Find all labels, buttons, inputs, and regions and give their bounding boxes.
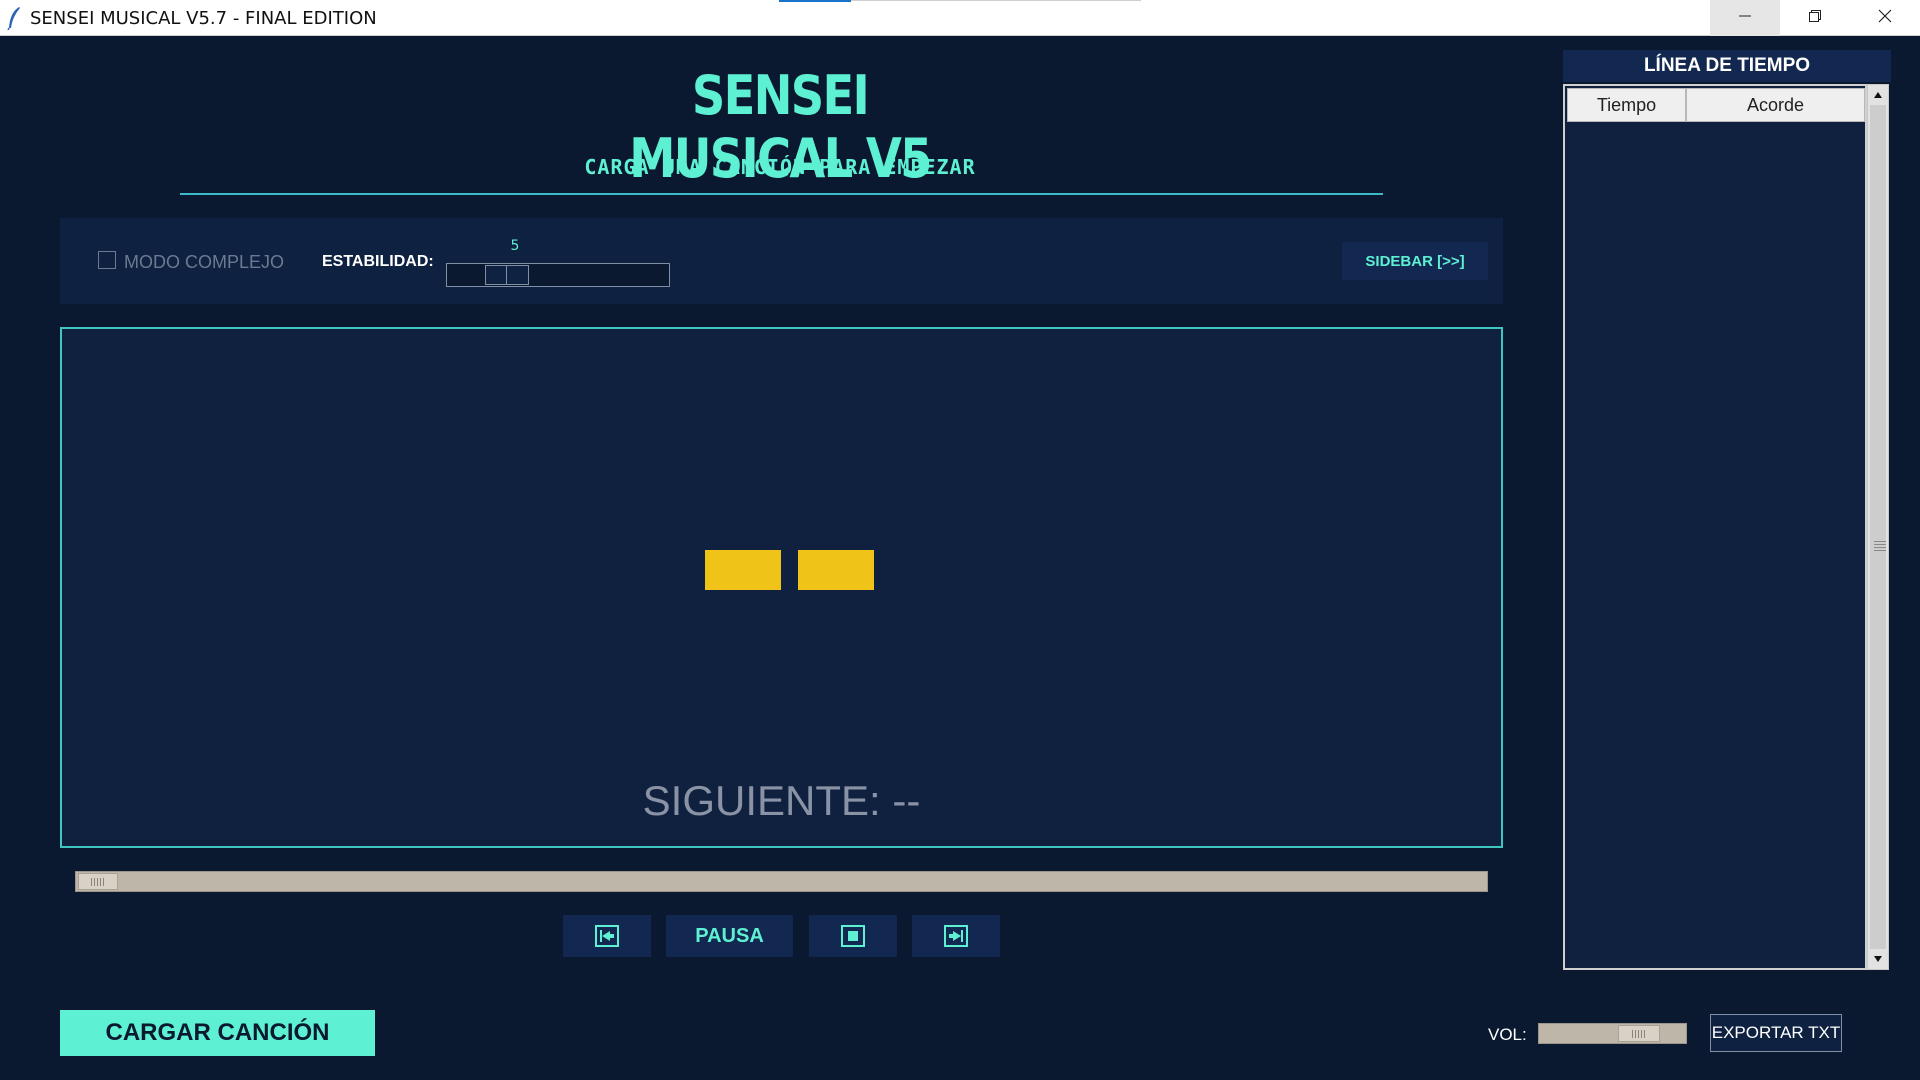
- close-button[interactable]: [1850, 0, 1920, 36]
- sidebar-toggle-button[interactable]: SIDEBAR [>>]: [1342, 242, 1488, 280]
- timeline-scrollbar[interactable]: [1867, 84, 1889, 970]
- current-chord-placeholder-bar: [705, 550, 781, 590]
- header-divider: [180, 193, 1383, 195]
- taskbar-divider: [851, 0, 1141, 1]
- next-chord-label: SIGUIENTE: --: [642, 777, 921, 824]
- close-icon: [1877, 8, 1893, 29]
- stability-slider[interactable]: [446, 263, 670, 287]
- timeline-table[interactable]: Tiempo Acorde: [1563, 84, 1867, 970]
- window-titlebar: SENSEI MUSICAL V5.7 - FINAL EDITION: [0, 0, 1920, 36]
- controls-bar: MODO COMPLEJO ESTABILIDAD: 5 SIDEBAR [>>…: [60, 218, 1503, 304]
- volume-label: VOL:: [1488, 1025, 1527, 1044]
- volume-slider[interactable]: [1538, 1023, 1687, 1044]
- restore-icon: [1808, 9, 1822, 28]
- arrow-up-icon: [1873, 86, 1883, 104]
- minimize-button[interactable]: [1710, 0, 1780, 36]
- arrow-down-icon: [1873, 950, 1883, 968]
- song-progress-slider[interactable]: [75, 871, 1488, 892]
- column-header-chord[interactable]: Acorde: [1686, 88, 1865, 122]
- progress-slider-handle[interactable]: [78, 873, 118, 890]
- scroll-up-button[interactable]: [1868, 85, 1888, 105]
- status-subtitle: CARGA UNA CANCIÓN PARA EMPEZAR: [584, 155, 976, 179]
- minimize-icon: [1738, 9, 1752, 28]
- export-txt-button[interactable]: EXPORTAR TXT: [1710, 1014, 1842, 1052]
- stability-value: 5: [510, 238, 520, 254]
- maximize-button[interactable]: [1780, 0, 1850, 36]
- skip-forward-icon: [944, 925, 968, 947]
- complex-mode-label[interactable]: MODO COMPLEJO: [124, 252, 284, 273]
- scroll-down-button[interactable]: [1868, 949, 1888, 969]
- pause-button[interactable]: PAUSA: [666, 915, 793, 957]
- timeline-title: LÍNEA DE TIEMPO: [1563, 50, 1891, 82]
- scrollbar-grip-icon: [1874, 541, 1886, 551]
- stop-button[interactable]: [809, 915, 897, 957]
- stability-slider-handle[interactable]: [485, 265, 529, 285]
- volume-slider-handle[interactable]: [1618, 1025, 1660, 1042]
- timeline-sidebar: LÍNEA DE TIEMPO Tiempo Acorde: [1563, 50, 1891, 970]
- skip-back-icon: [595, 925, 619, 947]
- scrollbar-thumb[interactable]: [1870, 105, 1886, 949]
- skip-back-button[interactable]: [563, 915, 651, 957]
- taskbar-accent: [779, 0, 851, 2]
- stability-label: ESTABILIDAD:: [322, 253, 434, 270]
- current-chord-placeholder-bar: [798, 550, 874, 590]
- stop-icon: [841, 925, 865, 947]
- column-header-time[interactable]: Tiempo: [1567, 88, 1686, 122]
- complex-mode-checkbox[interactable]: [98, 251, 116, 269]
- load-song-button[interactable]: CARGAR CANCIÓN: [60, 1010, 375, 1056]
- skip-forward-button[interactable]: [912, 915, 1000, 957]
- feather-icon: [6, 6, 22, 31]
- chord-display: SIGUIENTE: --: [60, 327, 1503, 848]
- window-title: SENSEI MUSICAL V5.7 - FINAL EDITION: [30, 8, 377, 29]
